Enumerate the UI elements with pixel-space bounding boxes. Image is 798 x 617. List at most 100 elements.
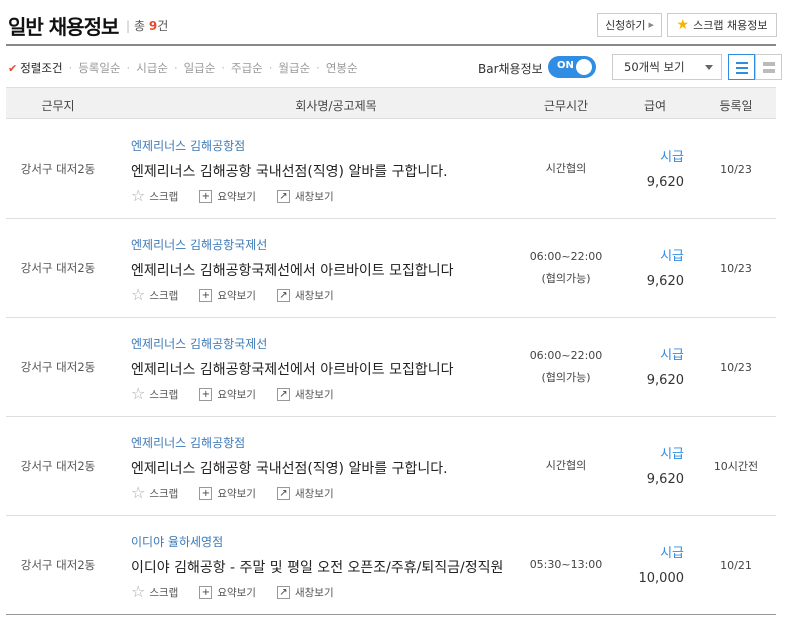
external-link-icon: ↗ <box>276 387 290 401</box>
scrap-button[interactable]: ☆ 스크랩 <box>131 584 178 600</box>
page-title: 일반 채용정보 <box>8 15 119 39</box>
company-name-link[interactable]: 이디야 율하세영점 <box>131 533 223 550</box>
plus-icon: + <box>199 585 213 599</box>
work-hours: 05:30~13:00 <box>529 558 603 571</box>
sort-bar: ✔ 정렬조건 · 등록일순 · 시급순 · 일급순 · 주급순 · 월급순 · 연봉순 Bar채용정보 O… <box>6 52 782 82</box>
sort-option[interactable]: · 시급순 <box>121 60 168 76</box>
separator-dot: · <box>126 61 131 75</box>
posting-title-link[interactable]: 엔제리너스 김해공항 국내선점(직영) 알바를 구합니다. <box>131 161 448 181</box>
apply-button[interactable]: 신청하기 ▶ <box>597 13 662 37</box>
row-actions: ☆ 스크랩 + 요약보기 ↗ 새창보기 <box>131 188 355 204</box>
pay-type: 시급 <box>660 150 684 165</box>
new-window-button[interactable]: ↗ 새창보기 <box>276 188 334 204</box>
plus-icon: + <box>199 486 213 500</box>
star-outline-icon: ☆ <box>131 285 146 304</box>
sort-option[interactable]: · 월급순 <box>263 60 310 76</box>
new-window-button[interactable]: ↗ 새창보기 <box>276 386 334 402</box>
table-row: 강서구 대저2동 엔제리너스 김해공항국제선엔제리너스 김해공항국제선에서 아르바… <box>6 318 776 417</box>
table-row: 강서구 대저2동 엔제리너스 김해공항점엔제리너스 김해공항 국내선점(직영) 알… <box>6 120 776 219</box>
posting-title-link[interactable]: 이디야 김해공항 - 주말 및 평일 오전 오픈조/주휴/퇴직금/정직원 <box>131 557 503 577</box>
divider: | <box>126 19 131 33</box>
job-location: 강서구 대저2동 <box>20 162 96 176</box>
column-date: 등록일 <box>719 99 753 113</box>
row-actions: ☆ 스크랩 + 요약보기 ↗ 새창보기 <box>131 386 355 402</box>
row-actions: ☆ 스크랩 + 요약보기 ↗ 새창보기 <box>131 287 355 303</box>
registered-date: 10시간전 <box>713 460 759 473</box>
row-actions: ☆ 스크랩 + 요약보기 ↗ 새창보기 <box>131 584 355 600</box>
separator-dot: · <box>316 61 320 75</box>
company-name-link[interactable]: 엔제리너스 김해공항점 <box>131 434 245 451</box>
scrap-button[interactable]: ☆ 스크랩 <box>131 386 178 402</box>
table-header: 근무지 회사명/공고제목 근무시간 급여 등록일 <box>6 87 776 119</box>
registered-date: 10/23 <box>720 261 752 275</box>
star-outline-icon: ☆ <box>131 582 146 601</box>
per-page-select[interactable]: 50개씩 보기 <box>612 54 722 80</box>
bar-jobs-toggle[interactable]: ON <box>548 56 596 78</box>
pay-type: 시급 <box>660 447 684 462</box>
posting-title-link[interactable]: 엔제리너스 김해공항국제선에서 아르바이트 모집합니다 <box>131 359 453 379</box>
divider <box>6 44 776 46</box>
list-view-button[interactable] <box>728 54 755 80</box>
sort-option[interactable]: · 연봉순 <box>310 60 357 76</box>
pay-amount: 9,620 <box>646 472 684 487</box>
total-count: | 총 9건 <box>126 19 169 33</box>
sort-option[interactable]: · 등록일순 <box>63 60 121 76</box>
star-outline-icon: ☆ <box>131 186 146 205</box>
plus-icon: + <box>199 288 213 302</box>
table-row: 강서구 대저2동 이디야 율하세영점 이디야 김해공항 - 주말 및 평일 오전 오… <box>6 516 776 615</box>
star-icon: ★ <box>676 17 690 33</box>
bar-jobs-label: Bar채용정보 <box>478 62 543 76</box>
plus-icon: + <box>199 387 213 401</box>
chevron-right-icon: ▶ <box>648 21 654 29</box>
column-hours: 근무시간 <box>543 99 589 113</box>
new-window-button[interactable]: ↗ 새창보기 <box>276 584 334 600</box>
sort-option[interactable]: · 주급순 <box>215 60 262 76</box>
caret-down-icon <box>705 65 713 70</box>
work-hours: 시간협의 <box>545 162 587 175</box>
job-location: 강서구 대저2동 <box>20 459 96 473</box>
pay-amount: 9,620 <box>646 373 684 388</box>
summary-button[interactable]: + 요약보기 <box>199 188 256 204</box>
table-row: 강서구 대저2동 엔제리너스 김해공항국제선 엔제리너스 김해공항국제선에서 아르바… <box>6 219 776 318</box>
work-hours: 시간협의 <box>545 459 587 472</box>
separator-dot: · <box>68 61 73 75</box>
separator-dot: · <box>173 61 178 75</box>
summary-button[interactable]: + 요약보기 <box>199 287 256 303</box>
registered-date: 10/23 <box>720 360 752 374</box>
column-title: 회사명/공고제목 <box>295 99 377 113</box>
toggle-knob <box>576 59 592 75</box>
separator-dot: · <box>268 61 273 75</box>
posting-title-link[interactable]: 엔제리너스 김해공항 국내선점(직영) 알바를 구합니다. <box>131 458 448 478</box>
sort-option[interactable]: ✔ 정렬조건 <box>8 60 63 76</box>
list-header: 일반 채용정보 | 총 9건 신청하기 ▶ ★ 스크랩 채용정보 <box>0 0 798 46</box>
sort-options: ✔ 정렬조건 · 등록일순 · 시급순 · 일급순 · 주급순 · 월급순 · 연봉순 <box>8 60 358 76</box>
summary-button[interactable]: + 요약보기 <box>199 584 256 600</box>
table-row: 강서구 대저2동 엔제리너스 김해공항점엔제리너스 김해공항 국내선점(직영) 알… <box>6 417 776 516</box>
new-window-button[interactable]: ↗ 새창보기 <box>276 287 334 303</box>
summary-button[interactable]: + 요약보기 <box>199 485 256 501</box>
work-hours: 06:00~22:00 (협의가능) <box>529 349 603 384</box>
column-location: 근무지 <box>41 99 75 113</box>
external-link-icon: ↗ <box>276 585 290 599</box>
posting-title-link[interactable]: 엔제리너스 김해공항국제선에서 아르바이트 모집합니다 <box>131 260 453 280</box>
external-link-icon: ↗ <box>276 486 290 500</box>
card-view-button[interactable] <box>755 54 782 80</box>
job-location: 강서구 대저2동 <box>20 360 96 374</box>
company-name-link[interactable]: 엔제리너스 김해공항국제선 <box>131 335 267 352</box>
pay-type: 시급 <box>660 249 684 264</box>
registered-date: 10/23 <box>720 162 752 176</box>
scrap-list-button[interactable]: ★ 스크랩 채용정보 <box>667 13 777 37</box>
scrap-button[interactable]: ☆ 스크랩 <box>131 287 178 303</box>
scrap-button[interactable]: ☆ 스크랩 <box>131 188 178 204</box>
sort-option[interactable]: · 일급순 <box>168 60 215 76</box>
company-name-link[interactable]: 엔제리너스 김해공항점 <box>131 137 245 154</box>
new-window-button[interactable]: ↗ 새창보기 <box>276 485 334 501</box>
external-link-icon: ↗ <box>276 189 290 203</box>
grid-icon <box>763 62 775 66</box>
scrap-button[interactable]: ☆ 스크랩 <box>131 485 178 501</box>
plus-icon: + <box>199 189 213 203</box>
work-hours: 06:00~22:00 (협의가능) <box>529 250 603 285</box>
row-actions: ☆ 스크랩 + 요약보기 ↗ 새창보기 <box>131 485 355 501</box>
company-name-link[interactable]: 엔제리너스 김해공항국제선 <box>131 236 267 253</box>
summary-button[interactable]: + 요약보기 <box>199 386 256 402</box>
